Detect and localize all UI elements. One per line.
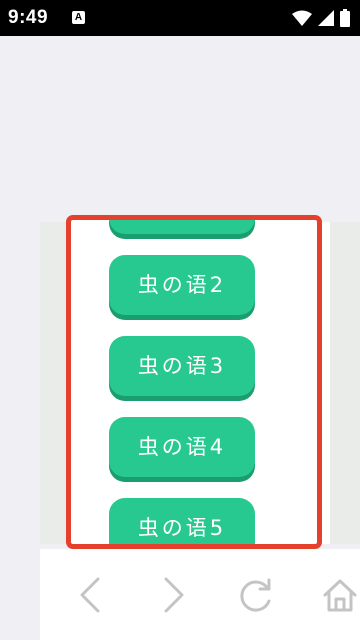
forward-button[interactable] [152,573,196,617]
signal-icon [318,10,334,26]
refresh-icon [240,578,271,612]
webview-frame[interactable]: 虫の语1 虫の语2 虫の语3 虫の语4 虫の语5 [66,215,322,549]
home-button[interactable] [318,573,360,617]
item-button-5[interactable]: 虫の语5 [109,498,255,544]
browser-nav-bar [40,549,360,640]
chevron-right-icon [164,577,184,613]
home-icon [323,579,357,612]
webview-side-left [40,222,68,544]
status-icons [292,8,350,28]
item-button-1[interactable]: 虫の语1 [109,220,255,234]
status-time: 9:49 [8,7,49,28]
webview-gap [322,222,330,544]
status-bar: 9:49 A [0,0,360,36]
battery-icon [340,9,350,27]
refresh-button[interactable] [234,573,278,617]
item-button-3[interactable]: 虫の语3 [109,336,255,396]
a-icon: A [72,11,85,24]
chevron-left-icon [80,577,100,613]
item-button-2[interactable]: 虫の语2 [109,255,255,315]
item-button-4[interactable]: 虫の语4 [109,417,255,477]
back-button[interactable] [68,573,112,617]
wifi-icon [292,10,312,26]
